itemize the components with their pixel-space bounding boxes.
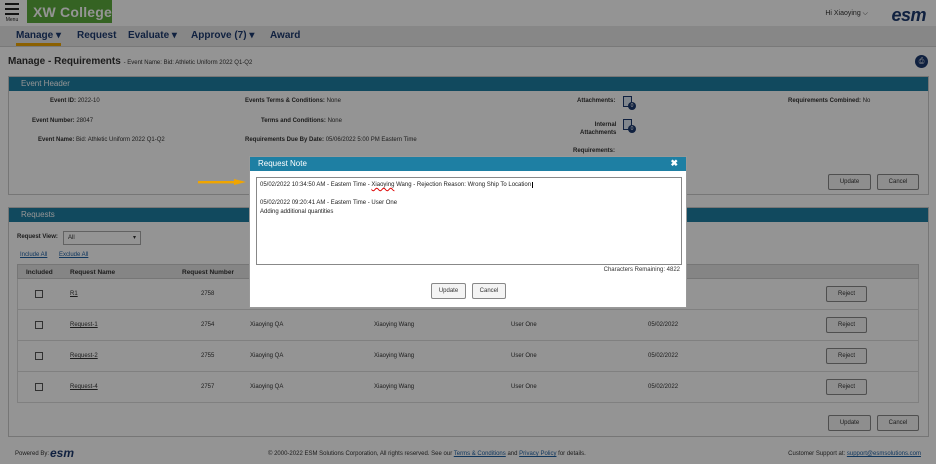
dialog-update-button[interactable]: Update: [431, 283, 466, 299]
note-text: Wang - Rejection Reason: Wrong Ship To L…: [394, 182, 532, 188]
annotation-arrow-icon: [198, 179, 246, 185]
close-icon[interactable]: ✖: [670, 158, 678, 169]
request-note-dialog: Request Note ✖ 05/02/2022 10:34:50 AM - …: [249, 156, 687, 308]
note-text: 05/02/2022 10:34:50 AM - Eastern Time -: [260, 182, 372, 188]
dialog-cancel-button[interactable]: Cancel: [472, 283, 506, 299]
request-note-textarea[interactable]: 05/02/2022 10:34:50 AM - Eastern Time - …: [256, 177, 682, 265]
dialog-title: Request Note: [258, 159, 307, 168]
note-line: 05/02/2022 10:34:50 AM - Eastern Time - …: [260, 181, 678, 190]
dialog-header: Request Note ✖: [250, 157, 686, 171]
note-line: Adding additional quantities: [260, 209, 334, 215]
characters-remaining: Characters Remaining: 4822: [603, 267, 680, 273]
note-text: Xiaoying: [371, 182, 395, 188]
note-line: 05/02/2022 09:20:41 AM - Eastern Time - …: [260, 200, 398, 206]
text-cursor: [532, 182, 534, 188]
